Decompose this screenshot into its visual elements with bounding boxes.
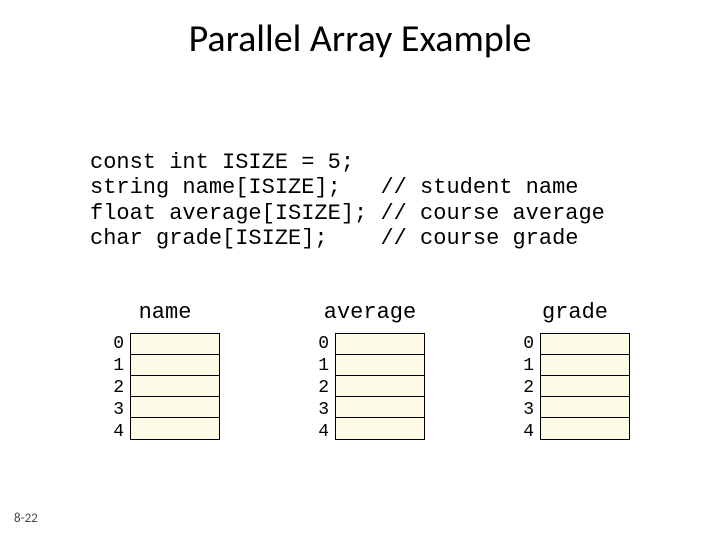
array-cell: [131, 397, 219, 418]
index-label: 4: [315, 421, 329, 443]
array-cell: [541, 334, 629, 355]
index-label: 1: [110, 355, 124, 377]
array-cell: [131, 418, 219, 439]
array-body-name: 0 1 2 3 4: [110, 333, 220, 443]
slide: Parallel Array Example const int ISIZE =…: [0, 0, 720, 540]
index-label: 2: [520, 377, 534, 399]
index-label: 1: [315, 355, 329, 377]
array-body-average: 0 1 2 3 4: [315, 333, 425, 443]
index-label: 3: [315, 399, 329, 421]
array-cells: [335, 333, 425, 440]
index-column: 0 1 2 3 4: [520, 333, 534, 443]
slide-number: 8-22: [14, 511, 38, 526]
array-cell: [541, 355, 629, 376]
index-label: 0: [520, 333, 534, 355]
page-title: Parallel Array Example: [0, 16, 720, 62]
code-block: const int ISIZE = 5; string name[ISIZE];…: [90, 150, 605, 251]
array-cell: [336, 376, 424, 397]
array-cells: [130, 333, 220, 440]
code-line-4: char grade[ISIZE]; // course grade: [90, 226, 578, 251]
arrays-row: name 0 1 2 3 4 average: [90, 300, 650, 443]
code-line-2: string name[ISIZE]; // student name: [90, 175, 578, 200]
array-body-grade: 0 1 2 3 4: [520, 333, 630, 443]
index-label: 3: [110, 399, 124, 421]
array-cell: [131, 334, 219, 355]
array-header-average: average: [324, 300, 416, 325]
code-line-1: const int ISIZE = 5;: [90, 150, 354, 175]
array-cell: [336, 334, 424, 355]
array-cell: [336, 418, 424, 439]
array-average: average 0 1 2 3 4: [295, 300, 445, 443]
array-cell: [336, 355, 424, 376]
array-cell: [131, 376, 219, 397]
array-cell: [541, 418, 629, 439]
array-grade: grade 0 1 2 3 4: [500, 300, 650, 443]
array-header-grade: grade: [542, 300, 608, 325]
index-label: 1: [520, 355, 534, 377]
array-cell: [541, 376, 629, 397]
array-name: name 0 1 2 3 4: [90, 300, 240, 443]
index-label: 2: [315, 377, 329, 399]
index-label: 0: [110, 333, 124, 355]
array-cells: [540, 333, 630, 440]
array-cell: [336, 397, 424, 418]
index-label: 0: [315, 333, 329, 355]
index-label: 3: [520, 399, 534, 421]
index-label: 4: [520, 421, 534, 443]
array-cell: [541, 397, 629, 418]
array-header-name: name: [139, 300, 192, 325]
code-line-3: float average[ISIZE]; // course average: [90, 201, 605, 226]
index-column: 0 1 2 3 4: [110, 333, 124, 443]
index-label: 2: [110, 377, 124, 399]
array-cell: [131, 355, 219, 376]
index-column: 0 1 2 3 4: [315, 333, 329, 443]
index-label: 4: [110, 421, 124, 443]
